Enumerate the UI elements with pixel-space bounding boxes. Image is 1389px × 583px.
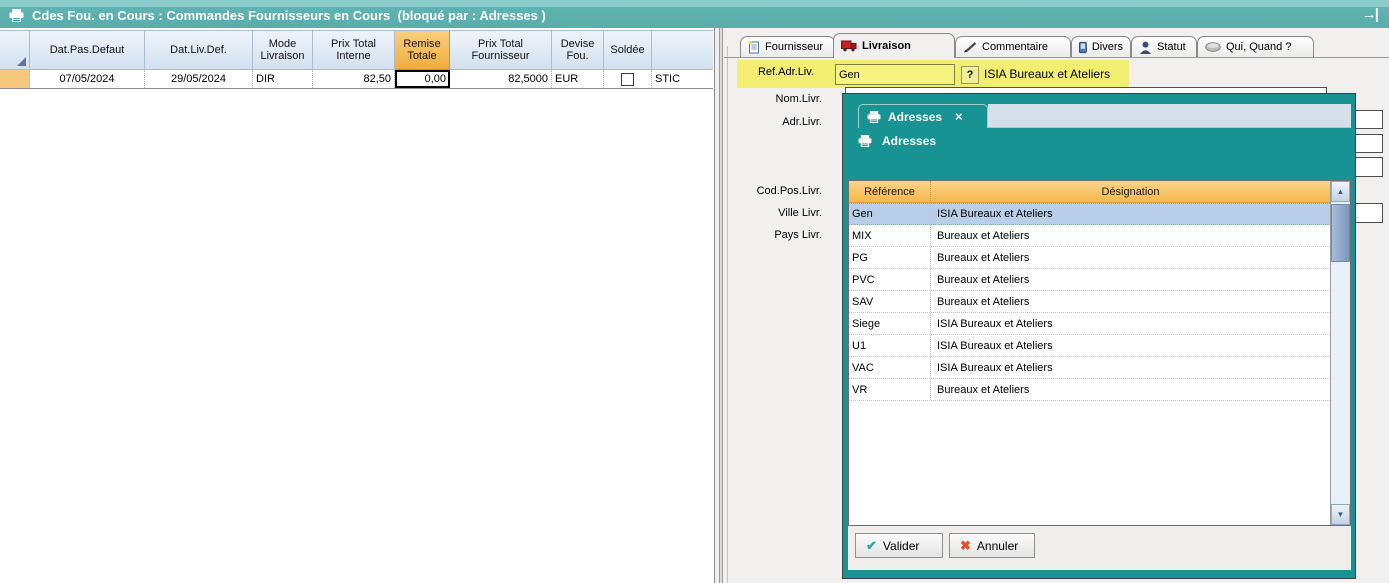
help-button[interactable]: ? bbox=[961, 66, 979, 84]
cell-prix-total-interne[interactable]: 82,50 bbox=[313, 70, 395, 88]
close-icon[interactable]: × bbox=[955, 109, 963, 124]
soldee-checkbox[interactable] bbox=[621, 73, 634, 86]
printer-icon bbox=[867, 111, 881, 123]
column-header-devise-fou[interactable]: Devise Fou. bbox=[552, 31, 604, 70]
tab-commentaire[interactable]: Commentaire bbox=[955, 36, 1071, 57]
dialog-title: Adresses bbox=[858, 134, 936, 148]
column-header-soldee[interactable]: Soldée bbox=[604, 31, 652, 70]
group-border bbox=[727, 46, 728, 583]
cell-code[interactable]: STIC bbox=[652, 70, 713, 88]
column-header-mode-livraison[interactable]: Mode Livraison bbox=[253, 31, 313, 70]
ville-livr-label: Ville Livr. bbox=[732, 207, 822, 219]
pencil-icon bbox=[963, 41, 977, 53]
cod-pos-livr-label: Cod.Pos.Livr. bbox=[732, 185, 822, 197]
tab-baseline bbox=[724, 57, 1389, 58]
adr-livr-label: Adr.Livr. bbox=[732, 116, 822, 128]
cell-soldee bbox=[604, 70, 652, 88]
column-header-dat-pas-defaut[interactable]: Dat.Pas.Defaut bbox=[30, 31, 145, 70]
corner-triangle-icon bbox=[17, 57, 26, 66]
printer-icon bbox=[9, 9, 24, 27]
scroll-down-icon: ▼ bbox=[1337, 510, 1345, 519]
list-item-u1[interactable]: U1ISIA Bureaux et Ateliers bbox=[849, 335, 1330, 357]
scrollbar-thumb[interactable] bbox=[1331, 204, 1350, 262]
annuler-button[interactable]: ✖ Annuler bbox=[949, 533, 1035, 558]
cell-mode-livraison[interactable]: DIR bbox=[253, 70, 313, 88]
check-icon: ✔ bbox=[866, 538, 877, 554]
list-item-vac[interactable]: VACISIA Bureaux et Ateliers bbox=[849, 357, 1330, 379]
dialog-tab-adresses[interactable]: Adresses × bbox=[858, 104, 988, 128]
dialog-footer: ✔ Valider ✖ Annuler bbox=[848, 526, 1351, 570]
window-titlebar: Cdes Fou. en Cours : Commandes Fournisse… bbox=[0, 0, 1389, 28]
app-window: Cdes Fou. en Cours : Commandes Fournisse… bbox=[0, 0, 1389, 583]
tab-livraison[interactable]: Livraison bbox=[833, 33, 955, 58]
document-icon bbox=[748, 41, 760, 54]
column-header-reference[interactable]: Référence bbox=[849, 181, 931, 203]
list-item-vr[interactable]: VRBureaux et Ateliers bbox=[849, 379, 1330, 401]
select-all-corner[interactable] bbox=[0, 31, 30, 70]
ref-adr-liv-designation: ISIA Bureaux et Ateliers bbox=[984, 67, 1110, 81]
tab-fournisseur[interactable]: Fournisseur bbox=[740, 36, 835, 57]
clock-icon bbox=[1205, 42, 1221, 52]
tab-divers[interactable]: Divers bbox=[1071, 36, 1131, 57]
scroll-up-button[interactable]: ▲ bbox=[1331, 181, 1350, 202]
cross-icon: ✖ bbox=[960, 538, 971, 554]
list-item-gen[interactable]: GenISIA Bureaux et Ateliers bbox=[849, 203, 1330, 225]
ref-adr-liv-label: Ref.Adr.Liv. bbox=[732, 66, 814, 78]
orders-table-header: Dat.Pas.Defaut Dat.Liv.Def. Mode Livrais… bbox=[0, 30, 713, 70]
valider-button[interactable]: ✔ Valider bbox=[855, 533, 943, 558]
tab-qui-quand[interactable]: Qui, Quand ? bbox=[1197, 36, 1314, 57]
list-item-sav[interactable]: SAVBureaux et Ateliers bbox=[849, 291, 1330, 313]
device-icon bbox=[1079, 41, 1087, 54]
orders-panel: Dat.Pas.Defaut Dat.Liv.Def. Mode Livrais… bbox=[0, 28, 714, 583]
list-item-siege[interactable]: SiegeISIA Bureaux et Ateliers bbox=[849, 313, 1330, 335]
list-item-mix[interactable]: MIXBureaux et Ateliers bbox=[849, 225, 1330, 247]
scroll-right-indicator-icon[interactable]: →| bbox=[1362, 6, 1377, 23]
panel-divider[interactable] bbox=[714, 28, 724, 583]
divider-ridge bbox=[719, 28, 723, 583]
order-row[interactable]: 07/05/2024 29/05/2024 DIR 82,50 0,00 82,… bbox=[0, 70, 713, 89]
pays-livr-label: Pays Livr. bbox=[732, 229, 822, 241]
window-title: Cdes Fou. en Cours : Commandes Fournisse… bbox=[32, 8, 546, 23]
column-header-prix-total-fournisseur[interactable]: Prix Total Fournisseur bbox=[450, 31, 552, 70]
adresses-list: Référence Désignation GenISIA Bureaux et… bbox=[848, 180, 1351, 526]
cell-dat-liv-def[interactable]: 29/05/2024 bbox=[145, 70, 253, 88]
scroll-down-button[interactable]: ▼ bbox=[1331, 504, 1350, 525]
vertical-scrollbar[interactable]: ▲ ▼ bbox=[1330, 181, 1350, 525]
column-header-prix-total-interne[interactable]: Prix Total Interne bbox=[313, 31, 395, 70]
row-marker[interactable] bbox=[0, 70, 30, 88]
cell-remise-totale-selected[interactable]: 0,00 bbox=[395, 70, 450, 88]
person-icon bbox=[1139, 41, 1152, 54]
cell-dat-pas-defaut[interactable]: 07/05/2024 bbox=[30, 70, 145, 88]
adresses-dialog: Adresses × Adresses Référence Désignatio… bbox=[843, 94, 1355, 578]
adresses-list-header: Référence Désignation bbox=[849, 181, 1330, 203]
column-header-dat-liv-def[interactable]: Dat.Liv.Def. bbox=[145, 31, 253, 70]
column-header-blank[interactable] bbox=[652, 31, 713, 70]
list-item-pg[interactable]: PGBureaux et Ateliers bbox=[849, 247, 1330, 269]
dialog-tabstrip bbox=[988, 104, 1351, 128]
list-item-pvc[interactable]: PVCBureaux et Ateliers bbox=[849, 269, 1330, 291]
nom-livr-label: Nom.Livr. bbox=[732, 93, 822, 105]
ref-adr-liv-input[interactable] bbox=[835, 64, 955, 85]
tab-statut[interactable]: Statut bbox=[1131, 36, 1197, 57]
scroll-up-icon: ▲ bbox=[1337, 187, 1345, 196]
cell-prix-total-fournisseur[interactable]: 82,5000 bbox=[450, 70, 552, 88]
truck-icon bbox=[841, 40, 857, 52]
column-header-remise-totale[interactable]: Remise Totale bbox=[395, 31, 450, 70]
printer-icon bbox=[858, 135, 872, 147]
column-header-designation[interactable]: Désignation bbox=[931, 181, 1330, 203]
cell-devise-fou[interactable]: EUR bbox=[552, 70, 604, 88]
